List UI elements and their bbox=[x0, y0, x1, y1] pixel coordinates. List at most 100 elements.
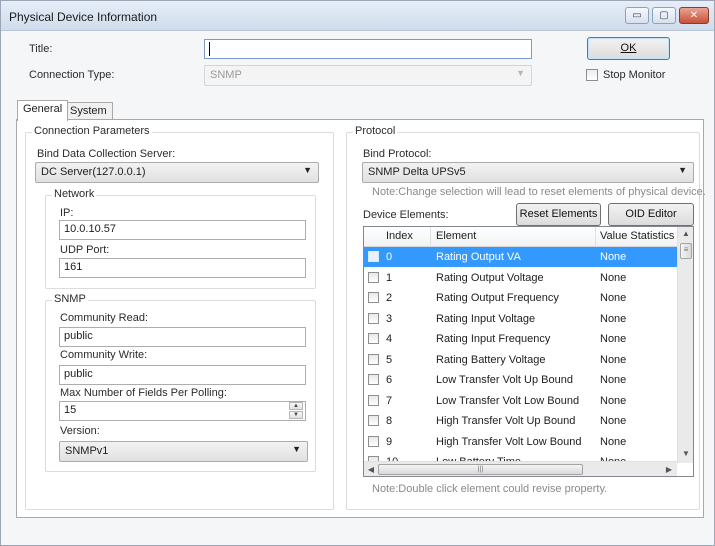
bind-server-select[interactable]: DC Server(127.0.0.1) ▼ bbox=[35, 162, 319, 183]
spin-down-icon[interactable]: ▼ bbox=[289, 411, 303, 419]
bind-protocol-value: SNMP Delta UPSv5 bbox=[368, 166, 466, 178]
chevron-down-icon: ▼ bbox=[303, 165, 312, 175]
table-row[interactable]: 7 Low Transfer Volt Low Bound None bbox=[364, 391, 677, 411]
table-row[interactable]: 5 Rating Battery Voltage None bbox=[364, 350, 677, 370]
row-checkbox[interactable] bbox=[368, 292, 379, 303]
ip-label: IP: bbox=[60, 207, 74, 219]
horizontal-scrollbar[interactable]: ◀ ||| ▶ bbox=[364, 461, 677, 476]
ok-label: OK bbox=[620, 42, 637, 54]
row-index: 1 bbox=[386, 272, 393, 284]
connection-parameters-legend: Connection Parameters bbox=[32, 125, 152, 137]
table-row[interactable]: 3 Rating Input Voltage None bbox=[364, 309, 677, 329]
row-checkbox[interactable] bbox=[368, 251, 379, 262]
double-click-note: Note:Double click element could revise p… bbox=[372, 483, 608, 495]
row-checkbox[interactable] bbox=[368, 415, 379, 426]
vertical-scroll-thumb[interactable]: ≡ bbox=[680, 243, 692, 259]
scroll-right-icon[interactable]: ▶ bbox=[662, 463, 676, 476]
table-row[interactable]: 6 Low Transfer Volt Up Bound None bbox=[364, 370, 677, 390]
row-checkbox[interactable] bbox=[368, 395, 379, 406]
row-element: High Transfer Volt Up Bound bbox=[436, 415, 576, 427]
connection-type-select[interactable]: SNMP ▼ bbox=[204, 65, 532, 86]
udp-port-input[interactable]: 161 bbox=[59, 258, 306, 278]
column-divider[interactable] bbox=[430, 227, 431, 247]
column-header-element[interactable]: Element bbox=[436, 230, 476, 242]
device-info-window: Physical Device Information ▭ ▢ ✕ Title:… bbox=[0, 0, 715, 546]
row-element: Rating Output Voltage bbox=[436, 272, 544, 284]
udp-port-label: UDP Port: bbox=[60, 244, 110, 256]
ok-button[interactable]: OK bbox=[587, 37, 670, 60]
column-header-index[interactable]: Index bbox=[386, 230, 413, 242]
connection-type-value: SNMP bbox=[210, 69, 242, 81]
row-element: Low Transfer Volt Low Bound bbox=[436, 395, 580, 407]
row-value-statistics: None bbox=[600, 436, 627, 448]
stop-monitor-checkbox[interactable] bbox=[586, 69, 598, 81]
row-value-statistics: None bbox=[600, 395, 627, 407]
row-index: 2 bbox=[386, 292, 393, 304]
table-row[interactable]: 9 High Transfer Volt Low Bound None bbox=[364, 432, 677, 452]
row-checkbox[interactable] bbox=[368, 374, 379, 385]
bind-server-value: DC Server(127.0.0.1) bbox=[41, 166, 146, 178]
scroll-down-icon[interactable]: ▼ bbox=[678, 447, 693, 462]
row-checkbox[interactable] bbox=[368, 436, 379, 447]
bind-protocol-select[interactable]: SNMP Delta UPSv5 ▼ bbox=[362, 162, 694, 183]
chevron-down-icon: ▼ bbox=[516, 68, 525, 78]
row-index: 5 bbox=[386, 354, 393, 366]
text-caret bbox=[209, 42, 210, 56]
row-element: Rating Input Voltage bbox=[436, 313, 536, 325]
table-row[interactable]: 0 Rating Output VA None bbox=[364, 247, 677, 267]
column-header-value-statistics[interactable]: Value Statistics T bbox=[600, 230, 684, 242]
ip-input[interactable]: 10.0.10.57 bbox=[59, 220, 306, 240]
bind-server-label: Bind Data Collection Server: bbox=[37, 148, 176, 160]
max-fields-spinner[interactable]: ▲ ▼ bbox=[289, 402, 303, 420]
max-fields-stepper[interactable]: 15 ▲ ▼ bbox=[59, 401, 306, 421]
title-bar[interactable]: Physical Device Information ▭ ▢ ✕ bbox=[1, 1, 714, 31]
column-divider[interactable] bbox=[595, 227, 596, 247]
row-index: 7 bbox=[386, 395, 393, 407]
oid-editor-button[interactable]: OID Editor bbox=[608, 203, 694, 226]
table-row[interactable]: 8 High Transfer Volt Up Bound None bbox=[364, 411, 677, 431]
community-read-label: Community Read: bbox=[60, 312, 149, 324]
scroll-left-icon[interactable]: ◀ bbox=[364, 463, 378, 476]
community-write-input[interactable]: public bbox=[59, 365, 306, 385]
max-fields-label: Max Number of Fields Per Polling: bbox=[60, 387, 227, 399]
reset-elements-button[interactable]: Reset Elements bbox=[516, 203, 601, 226]
horizontal-scroll-thumb[interactable]: ||| bbox=[378, 464, 583, 475]
chevron-down-icon: ▼ bbox=[292, 444, 301, 454]
vertical-scrollbar[interactable]: ▲ ≡ ▼ bbox=[677, 227, 693, 463]
row-element: Rating Output VA bbox=[436, 251, 521, 263]
row-value-statistics: None bbox=[600, 313, 627, 325]
row-index: 4 bbox=[386, 333, 393, 345]
row-value-statistics: None bbox=[600, 292, 627, 304]
row-element: Rating Input Frequency bbox=[436, 333, 551, 345]
spin-up-icon[interactable]: ▲ bbox=[289, 402, 303, 410]
tab-general[interactable]: General bbox=[17, 100, 69, 121]
table-header: Index Element Value Statistics T bbox=[364, 227, 693, 247]
device-elements-table[interactable]: Index Element Value Statistics T 0 Ratin… bbox=[363, 226, 694, 477]
version-select[interactable]: SNMPv1 ▼ bbox=[59, 441, 308, 462]
close-icon[interactable]: ✕ bbox=[679, 7, 709, 24]
row-index: 3 bbox=[386, 313, 393, 325]
row-element: Rating Battery Voltage bbox=[436, 354, 546, 366]
maximize-icon[interactable]: ▢ bbox=[652, 7, 676, 24]
row-checkbox[interactable] bbox=[368, 354, 379, 365]
row-checkbox[interactable] bbox=[368, 313, 379, 324]
title-input[interactable] bbox=[204, 39, 532, 59]
snmp-legend: SNMP bbox=[52, 293, 88, 305]
version-label: Version: bbox=[60, 425, 100, 437]
network-legend: Network bbox=[52, 188, 97, 200]
row-checkbox[interactable] bbox=[368, 333, 379, 344]
row-index: 0 bbox=[386, 251, 393, 263]
row-index: 6 bbox=[386, 374, 393, 386]
table-row[interactable]: 4 Rating Input Frequency None bbox=[364, 329, 677, 349]
table-row[interactable]: 2 Rating Output Frequency None bbox=[364, 288, 677, 308]
community-write-label: Community Write: bbox=[60, 349, 148, 361]
row-element: High Transfer Volt Low Bound bbox=[436, 436, 582, 448]
community-read-input[interactable]: public bbox=[59, 327, 306, 347]
row-value-statistics: None bbox=[600, 333, 627, 345]
max-fields-value: 15 bbox=[64, 404, 77, 416]
scroll-up-icon[interactable]: ▲ bbox=[678, 227, 693, 242]
table-row[interactable]: 1 Rating Output Voltage None bbox=[364, 268, 677, 288]
row-checkbox[interactable] bbox=[368, 272, 379, 283]
minimize-icon[interactable]: ▭ bbox=[625, 7, 649, 24]
row-value-statistics: None bbox=[600, 354, 627, 366]
